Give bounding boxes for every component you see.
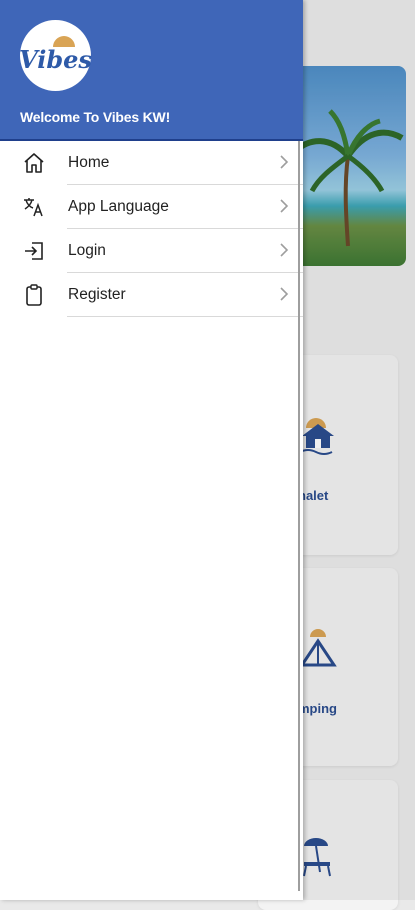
translate-icon xyxy=(22,195,46,219)
logo-text: Vibes xyxy=(19,45,92,74)
menu-item-login[interactable]: Login xyxy=(0,229,303,273)
menu-item-label: Register xyxy=(68,286,126,303)
navigation-drawer: Vibes Welcome To Vibes KW! Home App Lang… xyxy=(0,0,303,900)
menu-item-app-language[interactable]: App Language xyxy=(0,185,303,229)
app-logo: Vibes xyxy=(19,20,92,91)
drawer-menu: Home App Language Login Register xyxy=(0,141,303,317)
menu-item-register[interactable]: Register xyxy=(0,273,303,317)
welcome-text: Welcome To Vibes KW! xyxy=(20,109,171,125)
chevron-right-icon xyxy=(278,242,290,258)
menu-item-home[interactable]: Home xyxy=(0,141,303,185)
drawer-header: Vibes Welcome To Vibes KW! xyxy=(0,0,303,141)
login-icon xyxy=(22,239,46,263)
clipboard-icon xyxy=(22,283,46,307)
chevron-right-icon xyxy=(278,198,290,214)
chevron-right-icon xyxy=(278,154,290,170)
chevron-right-icon xyxy=(278,286,290,302)
menu-item-label: App Language xyxy=(68,198,169,215)
home-icon xyxy=(22,151,46,175)
menu-item-label: Login xyxy=(68,242,106,259)
divider xyxy=(67,316,303,317)
drawer-scrollbar[interactable] xyxy=(298,141,300,891)
menu-item-label: Home xyxy=(68,154,110,171)
